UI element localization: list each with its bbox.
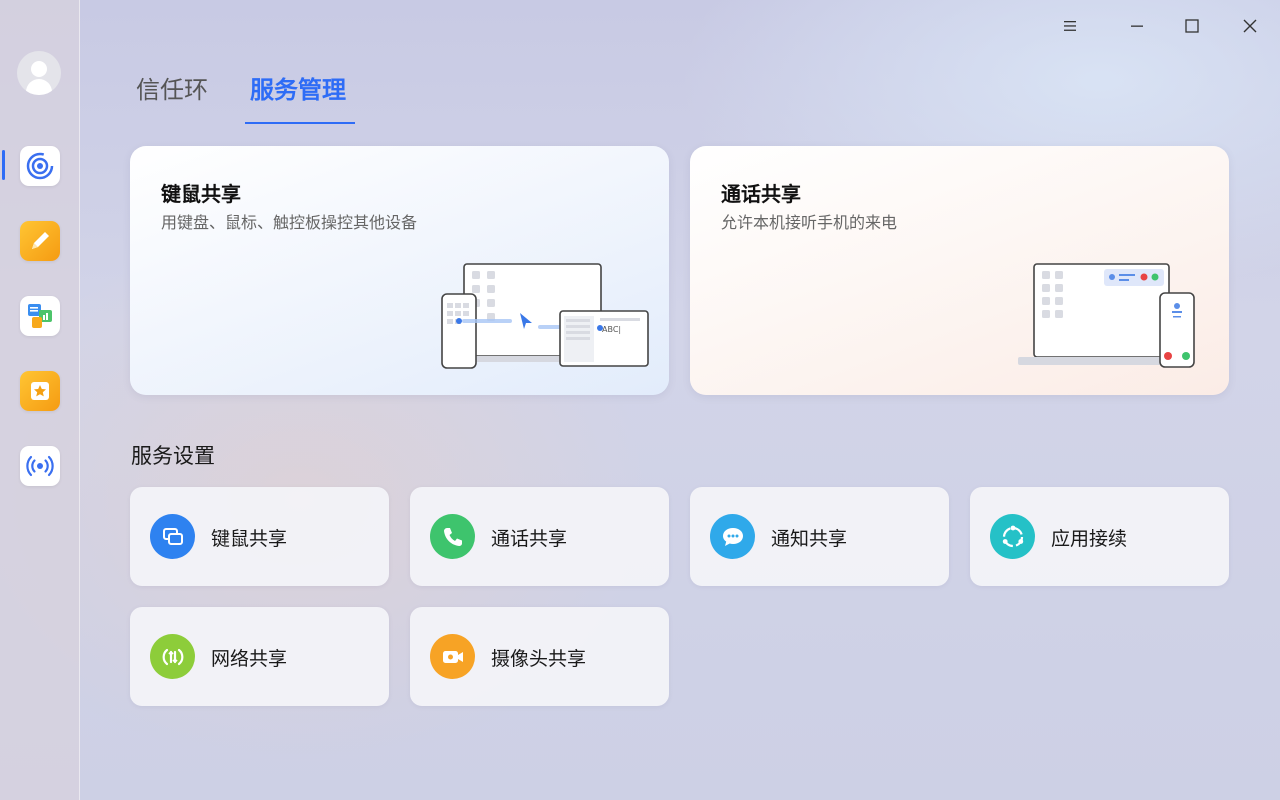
service-label: 网络共享 <box>211 648 288 670</box>
sidebar-active-indicator <box>2 150 5 180</box>
kvm-share-card[interactable]: 键鼠共享 用键盘、鼠标、触控板操控其他设备 ABC| <box>130 146 669 395</box>
document-icon <box>28 304 52 328</box>
service-network-share[interactable]: 网络共享 <box>130 607 389 706</box>
service-label: 通知共享 <box>771 528 848 550</box>
service-label: 应用接续 <box>1051 528 1128 550</box>
sidebar-item-notes[interactable] <box>20 221 60 261</box>
pencil-icon <box>32 232 49 249</box>
chat-icon <box>710 514 755 559</box>
service-label: 键鼠共享 <box>211 528 288 550</box>
service-label: 摄像头共享 <box>491 648 587 670</box>
broadcast-icon <box>26 455 54 477</box>
network-icon <box>150 634 195 679</box>
call-share-card[interactable]: 通话共享 允许本机接听手机的来电 <box>690 146 1229 395</box>
section-title: 服务设置 <box>131 444 215 468</box>
sidebar <box>0 0 80 800</box>
phone-icon <box>430 514 475 559</box>
service-kvm-share[interactable]: 键鼠共享 <box>130 487 389 586</box>
active-tab-underline <box>245 122 355 124</box>
maximize-icon <box>1185 19 1199 33</box>
card-description: 允许本机接听手机的来电 <box>721 213 898 232</box>
card-description: 用键盘、鼠标、触控板操控其他设备 <box>161 213 418 232</box>
minimize-button[interactable] <box>1123 12 1151 40</box>
sync-icon <box>990 514 1035 559</box>
minimize-icon <box>1131 25 1143 27</box>
close-icon <box>1243 19 1257 33</box>
target-icon <box>26 152 54 180</box>
card-title: 通话共享 <box>721 182 801 206</box>
service-notification-share[interactable]: 通知共享 <box>690 487 949 586</box>
service-app-continuity[interactable]: 应用接续 <box>970 487 1229 586</box>
tab-trust-ring[interactable]: 信任环 <box>136 74 208 106</box>
star-icon <box>31 382 49 400</box>
abc-text: ABC| <box>602 325 621 334</box>
sidebar-item-docs[interactable] <box>20 296 60 336</box>
kvm-illustration: ABC| <box>441 263 649 369</box>
avatar-icon[interactable] <box>17 51 61 95</box>
service-camera-share[interactable]: 摄像头共享 <box>410 607 669 706</box>
service-label: 通话共享 <box>491 528 568 550</box>
kvm-icon <box>150 514 195 559</box>
maximize-button[interactable] <box>1178 12 1206 40</box>
service-call-share[interactable]: 通话共享 <box>410 487 669 586</box>
call-illustration <box>1018 263 1195 368</box>
camera-icon <box>430 634 475 679</box>
card-title: 键鼠共享 <box>161 182 241 206</box>
sidebar-item-connect[interactable] <box>20 446 60 486</box>
sidebar-item-trust-ring[interactable] <box>20 146 60 186</box>
close-button[interactable] <box>1236 12 1264 40</box>
menu-button[interactable] <box>1056 12 1084 40</box>
menu-icon <box>1064 21 1076 31</box>
tab-service-management[interactable]: 服务管理 <box>250 74 346 106</box>
sidebar-item-favorites[interactable] <box>20 371 60 411</box>
